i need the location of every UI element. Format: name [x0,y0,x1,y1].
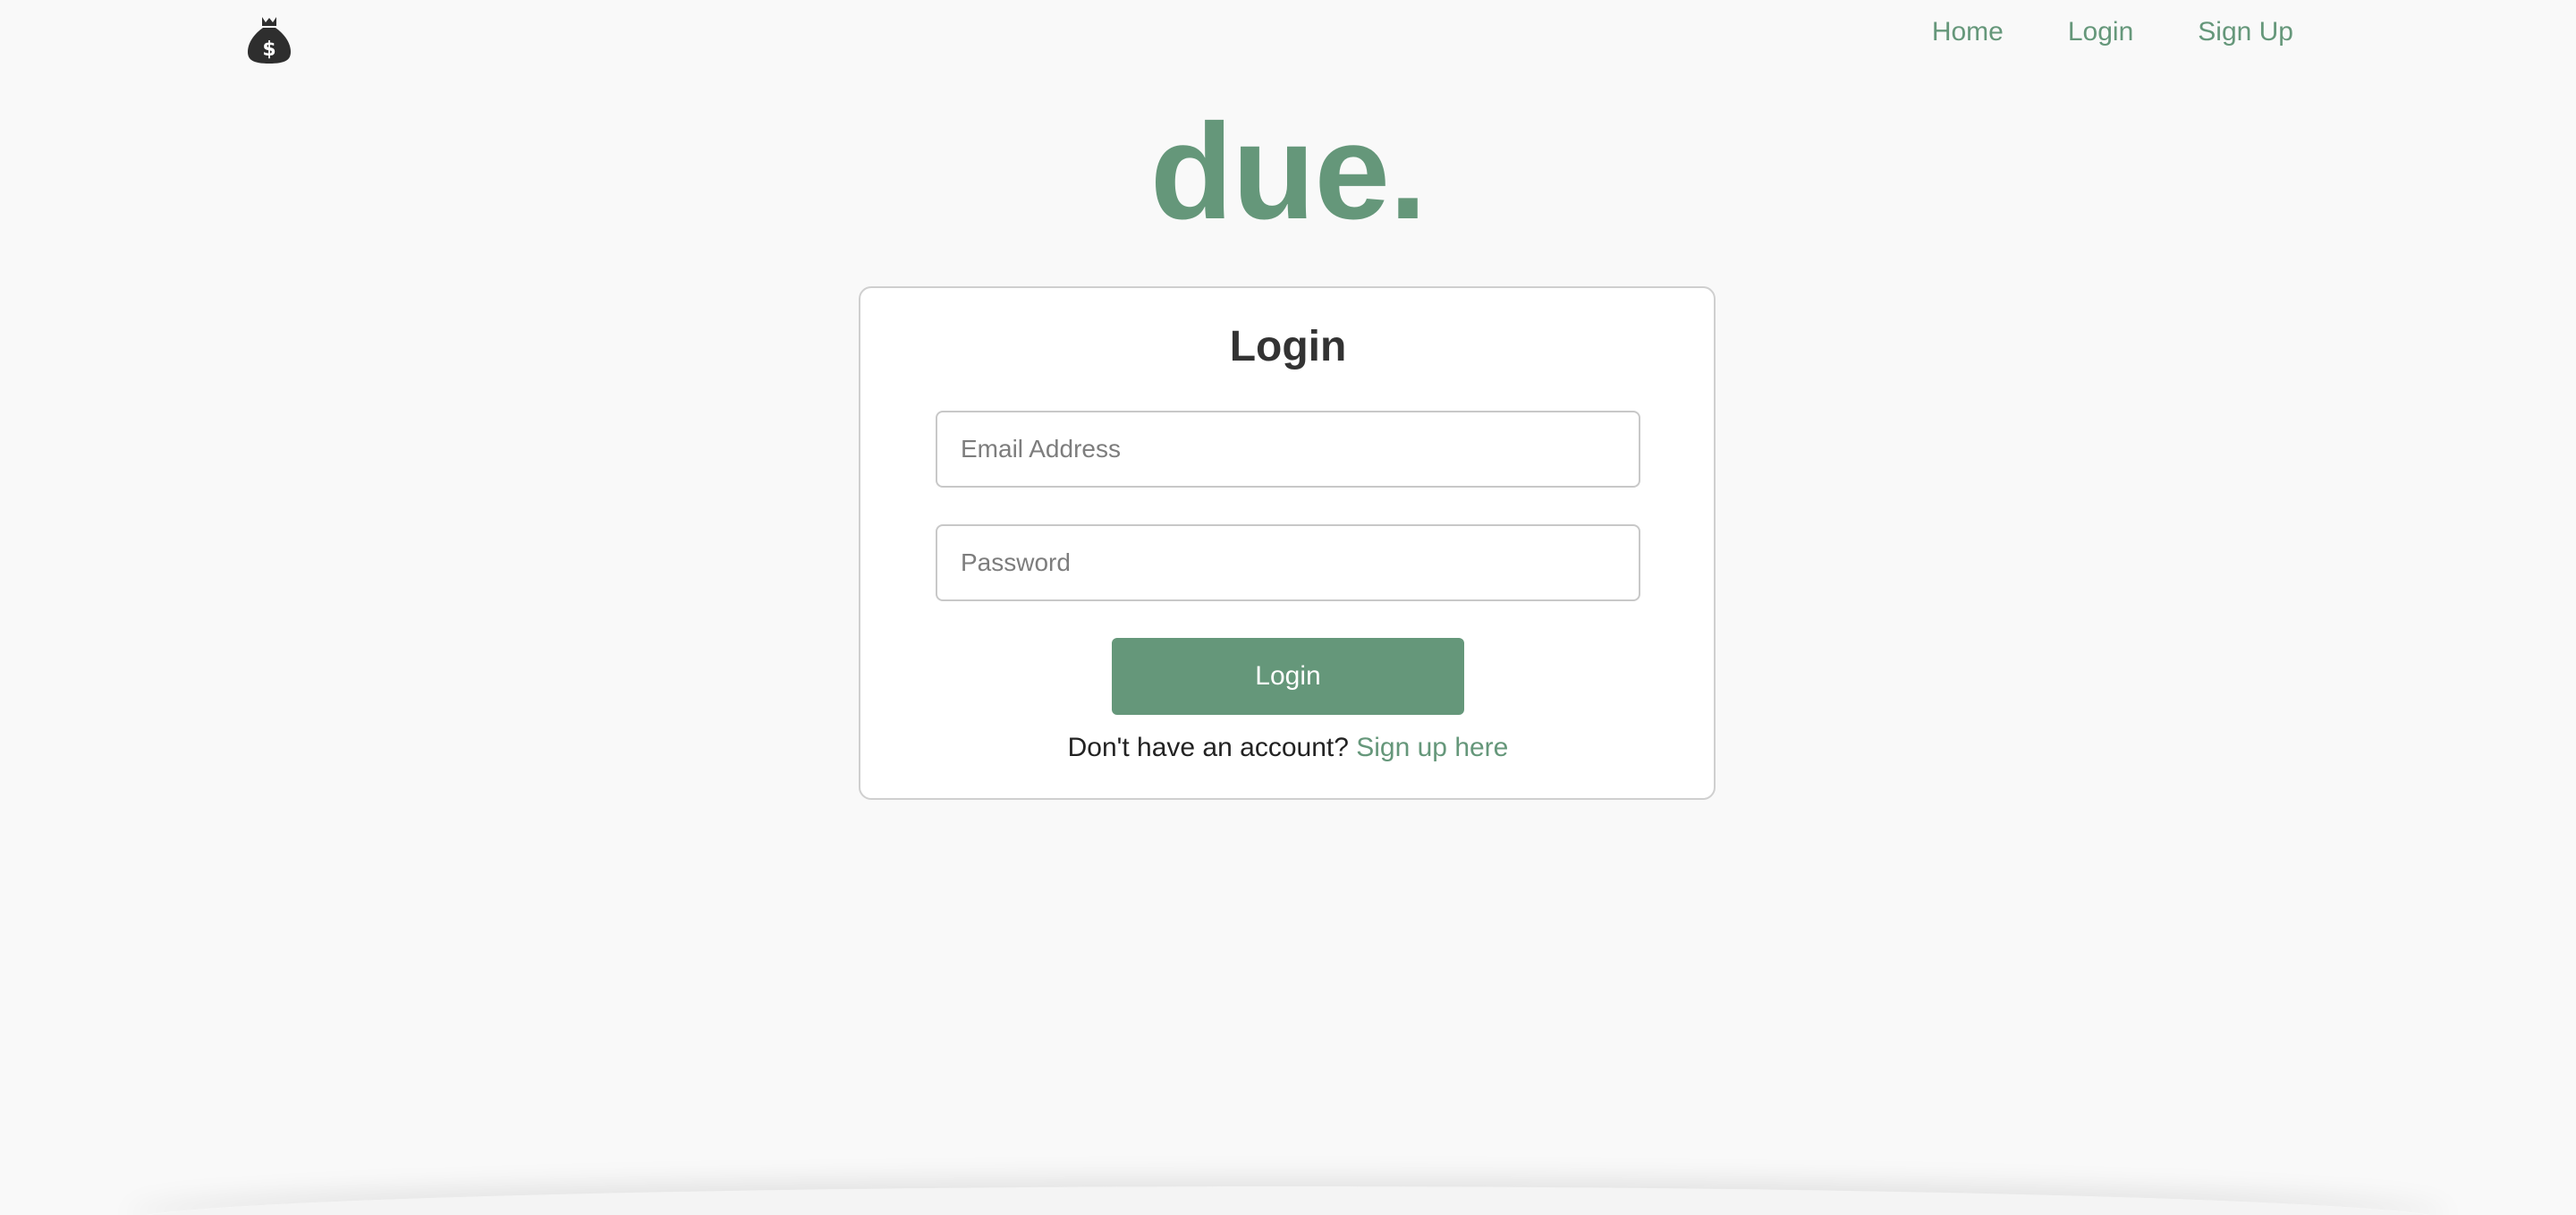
login-button[interactable]: Login [1112,638,1464,715]
signup-prompt-line: Don't have an account? Sign up here [0,730,2576,766]
page: $ Home Login Sign Up due. Login Login Do… [0,0,2576,1215]
brand-title: due. [1149,96,1427,248]
nav-home-link[interactable]: Home [1932,16,2004,48]
email-field[interactable] [936,411,1640,488]
nav-login-link[interactable]: Login [2068,16,2133,48]
login-title: Login [1229,323,1347,370]
nav-signup-link[interactable]: Sign Up [2198,16,2293,48]
signup-link[interactable]: Sign up here [1356,733,1508,762]
password-field[interactable] [936,524,1640,601]
signup-prompt-text: Don't have an account? [1067,733,1357,762]
top-nav: Home Login Sign Up [1932,16,2293,48]
money-bag-icon-graphic: $ [248,17,291,64]
money-bag-icon[interactable]: $ [247,14,292,64]
svg-text:$: $ [262,38,275,61]
bottom-shadow [125,1186,2451,1215]
